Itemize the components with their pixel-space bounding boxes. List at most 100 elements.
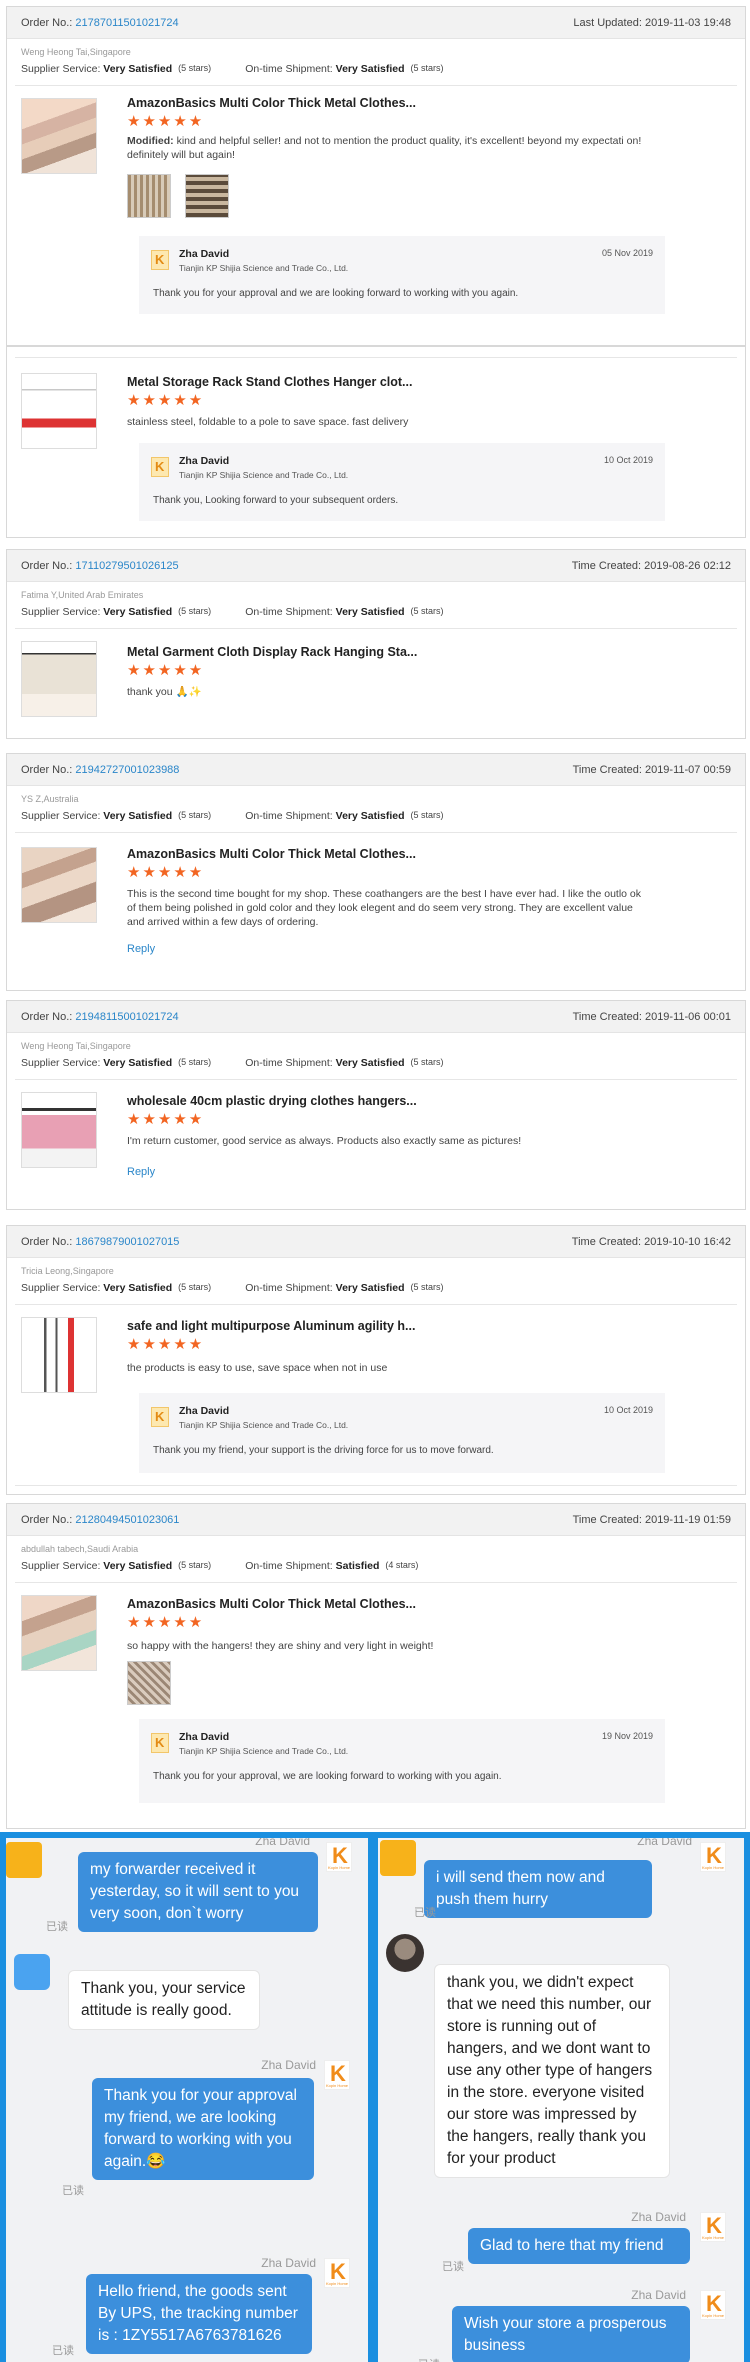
sender-name: Zha David <box>261 2256 316 2270</box>
supplier-reply: Zha David Tianjin KP Shijia Science and … <box>139 236 665 314</box>
product-thumbnail[interactable] <box>21 1595 97 1671</box>
order-number-link[interactable]: 21280494501023061 <box>75 1514 179 1526</box>
chat-message: Hello friend, the goods sent By UPS, the… <box>86 2274 312 2354</box>
read-status: 已读 <box>62 2185 84 2197</box>
supplier-logo-icon <box>151 457 169 477</box>
chat-panel-right: Zha David i will send them now and push … <box>378 1838 744 2362</box>
reply-link[interactable]: Reply <box>127 943 155 955</box>
order-number-link[interactable]: 18679879001027015 <box>75 1236 179 1248</box>
product-title[interactable]: Metal Garment Cloth Display Rack Hanging… <box>127 645 417 659</box>
order-time: 2019-10-10 16:42 <box>644 1235 731 1248</box>
supplier-reply: Zha David Tianjin KP Shijia Science and … <box>139 1719 665 1803</box>
reply-name: Zha David <box>179 1405 230 1417</box>
order-header: Order No.: 21948115001021724 Time Create… <box>7 1001 745 1033</box>
order-number-link[interactable]: 21787011501021724 <box>75 17 178 29</box>
review-text: stainless steel, foldable to a pole to s… <box>127 416 409 428</box>
order-time: 2019-11-06 00:01 <box>644 1010 731 1023</box>
shipment-label: On-time Shipment: <box>245 606 333 618</box>
supplier-value: Very Satisfied <box>103 810 173 822</box>
shipment-value: Very Satisfied <box>335 1057 405 1069</box>
review-photo[interactable] <box>185 174 229 218</box>
read-status: 已读 <box>442 2261 464 2273</box>
product-title[interactable]: safe and light multipurpose Aluminum agi… <box>127 1319 415 1333</box>
order-card: Order No.: 18679879001027015 Time Create… <box>6 1225 746 1495</box>
order-label: Order No.: <box>21 763 73 776</box>
rating-stars: ★★★★★ <box>127 392 205 409</box>
supplier-label: Supplier Service: <box>21 1560 101 1572</box>
order-card: Order No.: 21948115001021724 Time Create… <box>6 1000 746 1210</box>
reply-company: Tianjin KP Shijia Science and Trade Co.,… <box>179 263 349 273</box>
order-card: Order No.: 21942727001023988 Time Create… <box>6 753 746 991</box>
rating-stars: ★★★★★ <box>127 662 205 679</box>
reply-name: Zha David <box>179 1731 230 1743</box>
product-title[interactable]: AmazonBasics Multi Color Thick Metal Clo… <box>127 847 416 861</box>
rating-stars: ★★★★★ <box>127 1336 205 1353</box>
reply-company: Tianjin KP Shijia Science and Trade Co.,… <box>179 1420 349 1430</box>
supplier-stars: (5 stars) <box>178 1282 212 1292</box>
supplier-value: Very Satisfied <box>103 1560 173 1572</box>
product-title[interactable]: AmazonBasics Multi Color Thick Metal Clo… <box>127 1597 416 1611</box>
chat-message: my forwarder received it yesterday, so i… <box>78 1852 318 1932</box>
time-label: Time Created: <box>571 1235 642 1248</box>
reply-date: 10 Oct 2019 <box>603 455 653 465</box>
reply-text: Thank you my friend, your support is the… <box>153 1445 494 1456</box>
buyer-avatar <box>6 1842 42 1878</box>
supplier-stars: (5 stars) <box>178 1560 212 1570</box>
order-time: 2019-11-03 19:48 <box>644 16 731 29</box>
rating-stars: ★★★★★ <box>127 1614 205 1631</box>
review-text: the products is easy to use, save space … <box>127 1362 388 1374</box>
seller-avatar-icon <box>700 2290 726 2320</box>
product-thumbnail[interactable] <box>21 98 97 174</box>
divider <box>15 1485 737 1486</box>
review-text: This is the second time bought for my sh… <box>127 888 642 928</box>
review-item: Metal Garment Cloth Display Rack Hanging… <box>7 629 745 729</box>
reply-link[interactable]: Reply <box>127 1166 155 1178</box>
order-number-link[interactable]: 17110279501026125 <box>75 560 178 572</box>
rating-stars: ★★★★★ <box>127 1111 205 1128</box>
shipment-label: On-time Shipment: <box>245 1057 333 1069</box>
supplier-value: Very Satisfied <box>103 1282 173 1294</box>
product-title[interactable]: AmazonBasics Multi Color Thick Metal Clo… <box>127 96 416 110</box>
chat-message: Glad to here that my friend <box>468 2228 690 2264</box>
order-number-link[interactable]: 21948115001021724 <box>75 1011 178 1023</box>
time-label: Time Created: <box>571 559 642 572</box>
chat-message: Thank you, your service attitude is real… <box>68 1970 260 2030</box>
shipment-label: On-time Shipment: <box>245 63 333 75</box>
product-thumbnail[interactable] <box>21 1092 97 1168</box>
seller-avatar-icon <box>700 2212 726 2242</box>
sender-name: Zha David <box>637 1838 692 1848</box>
order-header: Order No.: 21942727001023988 Time Create… <box>7 754 745 786</box>
reply-name: Zha David <box>179 248 230 260</box>
order-header: Order No.: 21787011501021724 Last Update… <box>7 7 745 39</box>
buyer-name: Weng Heong Tai,Singapore <box>21 47 131 57</box>
seller-avatar-icon <box>324 2258 350 2288</box>
sender-name: Zha David <box>631 2288 686 2302</box>
sender-name: Zha David <box>261 2058 316 2072</box>
product-thumbnail[interactable] <box>21 847 97 923</box>
order-number-link[interactable]: 21942727001023988 <box>75 764 179 776</box>
review-photo[interactable] <box>127 1661 171 1705</box>
shipment-value: Very Satisfied <box>335 63 405 75</box>
order-label: Order No.: <box>21 1235 73 1248</box>
order-card: Order No.: 17110279501026125 Time Create… <box>6 549 746 739</box>
reply-date: 05 Nov 2019 <box>601 248 653 258</box>
order-card: Order No.: 21787011501021724 Last Update… <box>6 6 746 346</box>
product-title[interactable]: wholesale 40cm plastic drying clothes ha… <box>127 1094 417 1108</box>
shipment-value: Very Satisfied <box>335 1282 405 1294</box>
product-thumbnail[interactable] <box>21 641 97 717</box>
buyer-name: abdullah tabech,Saudi Arabia <box>21 1544 139 1554</box>
product-title[interactable]: Metal Storage Rack Stand Clothes Hanger … <box>127 375 412 389</box>
review-photo[interactable] <box>127 174 171 218</box>
supplier-logo-icon <box>151 1733 169 1753</box>
buyer-name: YS Z,Australia <box>21 794 79 804</box>
shipment-stars: (5 stars) <box>410 810 444 820</box>
shipment-stars: (5 stars) <box>410 606 444 616</box>
sender-name: Zha David <box>255 1838 310 1848</box>
reply-text: Thank you for your approval, we are look… <box>153 1771 502 1782</box>
shipment-label: On-time Shipment: <box>245 1282 333 1294</box>
product-thumbnail[interactable] <box>21 373 97 449</box>
seller-avatar-icon <box>700 1842 726 1872</box>
reply-date: 19 Nov 2019 <box>601 1731 653 1741</box>
product-thumbnail[interactable] <box>21 1317 97 1393</box>
divider <box>15 357 737 358</box>
